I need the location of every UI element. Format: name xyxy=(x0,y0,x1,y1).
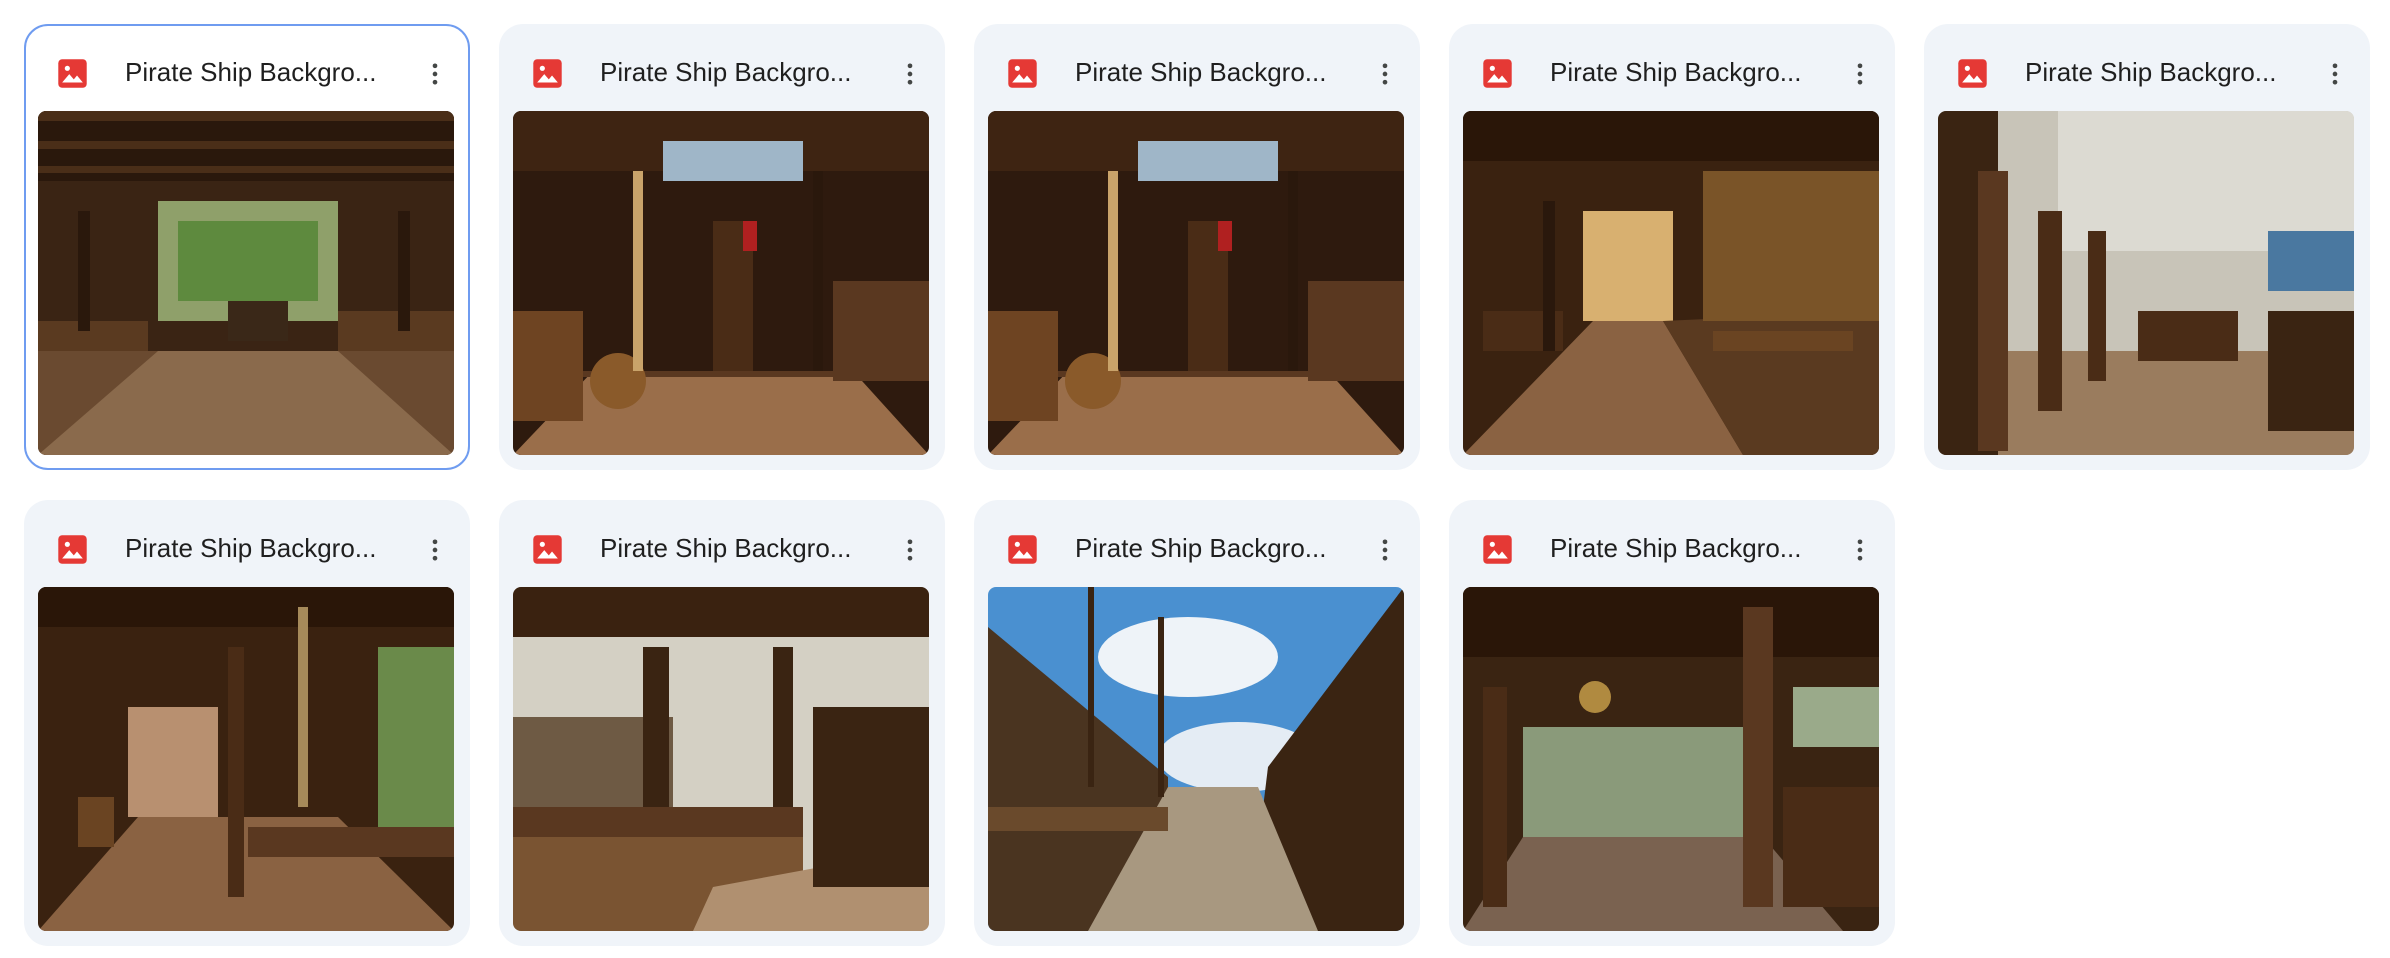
file-card-header: Pirate Ship Backgro... xyxy=(974,500,1420,588)
file-card[interactable]: Pirate Ship Backgro... xyxy=(974,24,1420,470)
file-card-header: Pirate Ship Backgro... xyxy=(499,24,945,112)
image-thumbnail[interactable] xyxy=(38,587,454,931)
file-card[interactable]: Pirate Ship Backgro... xyxy=(499,500,945,946)
file-title: Pirate Ship Backgro... xyxy=(600,533,852,563)
file-grid: Pirate Ship Backgro... Pirate Ship Backg… xyxy=(0,0,2390,958)
file-title: Pirate Ship Backgro... xyxy=(1550,533,1802,563)
file-card-header: Pirate Ship Backgro... xyxy=(1449,24,1895,112)
image-file-icon xyxy=(532,534,563,565)
file-card[interactable]: Pirate Ship Backgro... xyxy=(1449,24,1895,470)
file-title: Pirate Ship Backgro... xyxy=(2025,57,2277,87)
file-card[interactable]: Pirate Ship Backgro... xyxy=(24,500,470,946)
image-thumbnail[interactable] xyxy=(988,111,1404,455)
image-file-icon xyxy=(1957,58,1988,89)
file-card[interactable]: Pirate Ship Backgro... xyxy=(1449,500,1895,946)
image-thumbnail[interactable] xyxy=(1463,111,1879,455)
more-vert-icon[interactable] xyxy=(1365,530,1405,570)
file-title: Pirate Ship Backgro... xyxy=(600,57,852,87)
image-file-icon xyxy=(57,58,88,89)
more-vert-icon[interactable] xyxy=(1840,54,1880,94)
more-vert-icon[interactable] xyxy=(415,530,455,570)
file-card-header: Pirate Ship Backgro... xyxy=(1449,500,1895,588)
image-thumbnail[interactable] xyxy=(1463,587,1879,931)
file-title: Pirate Ship Backgro... xyxy=(1075,533,1327,563)
file-card-header: Pirate Ship Backgro... xyxy=(24,500,470,588)
file-card-header: Pirate Ship Backgro... xyxy=(499,500,945,588)
file-card-header: Pirate Ship Backgro... xyxy=(1924,24,2370,112)
image-thumbnail[interactable] xyxy=(988,587,1404,931)
file-title: Pirate Ship Backgro... xyxy=(1075,57,1327,87)
more-vert-icon[interactable] xyxy=(2315,54,2355,94)
more-vert-icon[interactable] xyxy=(415,54,455,94)
image-file-icon xyxy=(1482,58,1513,89)
image-thumbnail[interactable] xyxy=(1938,111,2354,455)
file-title: Pirate Ship Backgro... xyxy=(1550,57,1802,87)
file-title: Pirate Ship Backgro... xyxy=(125,533,377,563)
file-title: Pirate Ship Backgro... xyxy=(125,57,377,87)
more-vert-icon[interactable] xyxy=(890,54,930,94)
image-thumbnail[interactable] xyxy=(38,111,454,455)
more-vert-icon[interactable] xyxy=(890,530,930,570)
file-card[interactable]: Pirate Ship Backgro... xyxy=(499,24,945,470)
image-file-icon xyxy=(1007,58,1038,89)
file-card-header: Pirate Ship Backgro... xyxy=(26,26,468,114)
file-card[interactable]: Pirate Ship Backgro... xyxy=(24,24,470,470)
image-file-icon xyxy=(532,58,563,89)
image-thumbnail[interactable] xyxy=(513,587,929,931)
more-vert-icon[interactable] xyxy=(1840,530,1880,570)
image-thumbnail[interactable] xyxy=(513,111,929,455)
image-file-icon xyxy=(57,534,88,565)
more-vert-icon[interactable] xyxy=(1365,54,1405,94)
image-file-icon xyxy=(1007,534,1038,565)
image-file-icon xyxy=(1482,534,1513,565)
file-card[interactable]: Pirate Ship Backgro... xyxy=(1924,24,2370,470)
file-card[interactable]: Pirate Ship Backgro... xyxy=(974,500,1420,946)
file-card-header: Pirate Ship Backgro... xyxy=(974,24,1420,112)
